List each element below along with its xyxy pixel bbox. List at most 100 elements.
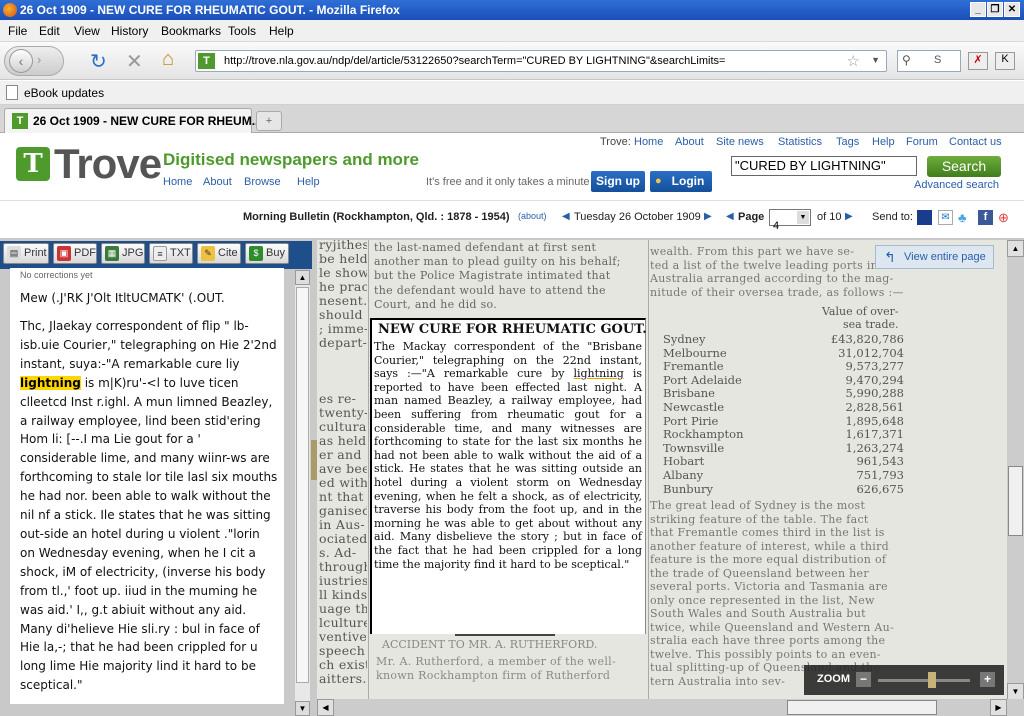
viewer-scroll-thumb[interactable] bbox=[1008, 466, 1023, 536]
forward-button[interactable]: › bbox=[37, 52, 41, 67]
toplink-site-news[interactable]: Site news bbox=[716, 136, 764, 148]
trove-logo-text[interactable]: Trove bbox=[54, 140, 162, 188]
toplink-statistics[interactable]: Statistics bbox=[778, 136, 822, 148]
txt-button[interactable]: ≡ TXT bbox=[149, 243, 193, 264]
next-issue-icon[interactable]: ▶ bbox=[704, 211, 712, 222]
return-arrow-icon: ↰ bbox=[884, 249, 896, 265]
pdf-button[interactable]: ▣ PDF bbox=[53, 243, 97, 264]
column-line bbox=[319, 364, 367, 378]
zoom-slider-track[interactable] bbox=[878, 679, 970, 682]
advanced-search-link[interactable]: Advanced search bbox=[914, 179, 999, 191]
bookmark-ebook-updates[interactable]: eBook updates bbox=[24, 86, 104, 100]
column-line: Court, and he did so. bbox=[374, 297, 498, 311]
column-line: iustries bbox=[319, 573, 367, 588]
prev-page-icon[interactable]: ◀ bbox=[726, 211, 734, 222]
maximize-button[interactable]: ❐ bbox=[987, 2, 1003, 17]
menu-file[interactable]: File bbox=[8, 24, 27, 38]
port-name: Hobart bbox=[663, 454, 705, 469]
minimize-button[interactable]: _ bbox=[970, 2, 986, 17]
menu-bookmarks[interactable]: Bookmarks bbox=[161, 24, 221, 38]
zoom-slider-thumb[interactable] bbox=[928, 672, 936, 688]
bookmark-star-icon[interactable]: ☆ bbox=[847, 52, 860, 70]
scroll-up-icon[interactable]: ▲ bbox=[295, 270, 310, 285]
viewer-horizontal-scrollbar[interactable]: ◀ ▶ bbox=[317, 699, 1024, 716]
stop-icon[interactable]: ✕ bbox=[126, 49, 143, 74]
port-name: Sydney bbox=[663, 332, 706, 346]
close-button[interactable]: ✕ bbox=[1004, 2, 1020, 17]
toplink-about[interactable]: About bbox=[675, 136, 704, 148]
about-link[interactable]: (about) bbox=[518, 211, 547, 221]
nav-browse[interactable]: Browse bbox=[244, 176, 281, 188]
digg-icon[interactable]: ✉ bbox=[938, 210, 953, 225]
site-identity-icon[interactable]: T bbox=[198, 53, 215, 69]
nav-home[interactable]: Home bbox=[163, 176, 192, 188]
nav-help[interactable]: Help bbox=[297, 176, 320, 188]
buy-button[interactable]: $ Buy bbox=[245, 243, 289, 264]
column-line: ave been bbox=[319, 461, 367, 476]
search-engine-box[interactable]: ⚲ S bbox=[897, 50, 961, 72]
new-tab-button[interactable]: + bbox=[256, 111, 282, 131]
toplink-tags[interactable]: Tags bbox=[836, 136, 859, 148]
article-title: NEW CURE FOR RHEUMATIC GOUT. bbox=[378, 322, 647, 337]
scroll-up-icon[interactable]: ▲ bbox=[1007, 240, 1024, 257]
menu-view[interactable]: View bbox=[74, 24, 100, 38]
toplink-forum[interactable]: Forum bbox=[906, 136, 938, 148]
column-line: Australia arranged according to the mag- bbox=[650, 272, 894, 285]
trove-logo-icon[interactable]: T bbox=[16, 147, 50, 181]
column-line: the defendant would have to attend the bbox=[374, 283, 606, 297]
column-line bbox=[319, 378, 367, 392]
jpg-button[interactable]: ▦ JPG bbox=[101, 243, 145, 264]
prev-issue-icon[interactable]: ◀ bbox=[562, 211, 570, 222]
menu-help[interactable]: Help bbox=[269, 24, 294, 38]
toplink-help[interactable]: Help bbox=[872, 136, 895, 148]
tab-article[interactable]: T 26 Oct 1909 - NEW CURE FOR RHEUM... bbox=[4, 108, 262, 133]
delicious-icon[interactable] bbox=[917, 210, 932, 225]
url-dropdown-icon[interactable]: ▼ bbox=[871, 55, 880, 65]
address-bar[interactable]: T http://trove.nla.gov.au/ndp/del/articl… bbox=[195, 50, 887, 72]
viewer-vertical-scrollbar[interactable]: ▲ ▼ bbox=[1007, 240, 1024, 700]
zoom-in-button[interactable]: + bbox=[980, 672, 995, 687]
zoom-out-button[interactable]: − bbox=[856, 672, 871, 687]
scroll-down-icon[interactable]: ▼ bbox=[1007, 683, 1024, 700]
column-line: should bbox=[319, 307, 363, 322]
addon-k-icon[interactable]: K bbox=[995, 52, 1015, 70]
home-icon[interactable]: ⌂ bbox=[162, 48, 174, 71]
view-entire-page-button[interactable]: ↰ View entire page bbox=[875, 245, 994, 269]
menu-tools[interactable]: Tools bbox=[228, 24, 256, 38]
back-forward-group: ‹ › bbox=[4, 46, 64, 76]
nav-about[interactable]: About bbox=[203, 176, 232, 188]
menu-edit[interactable]: Edit bbox=[39, 24, 60, 38]
toplink-contact[interactable]: Contact us bbox=[949, 136, 1002, 148]
scroll-right-icon[interactable]: ▶ bbox=[990, 699, 1007, 716]
page-select[interactable]: 4 ▼ bbox=[769, 209, 811, 232]
cite-button[interactable]: ✎ Cite bbox=[197, 243, 241, 264]
firefox-icon bbox=[3, 3, 17, 17]
text-scrollbar[interactable]: ▲ ▼ bbox=[295, 270, 310, 716]
toplink-home[interactable]: Home bbox=[634, 136, 663, 148]
print-button[interactable]: ▤ Print bbox=[3, 243, 49, 264]
next-page-icon[interactable]: ▶ bbox=[845, 211, 853, 222]
addon-icon[interactable]: ✗ bbox=[968, 52, 988, 70]
twitter-icon[interactable]: ♣ bbox=[958, 210, 973, 225]
back-button[interactable]: ‹ bbox=[9, 49, 33, 73]
column-line: s. Ad- bbox=[319, 545, 357, 560]
share-icon[interactable]: ⊕ bbox=[998, 210, 1013, 225]
issue-date[interactable]: Tuesday 26 October 1909 bbox=[574, 211, 701, 223]
scroll-left-icon[interactable]: ◀ bbox=[317, 699, 334, 716]
column-line: lculture bbox=[319, 615, 367, 630]
page-total: of 10 bbox=[817, 211, 842, 223]
login-button[interactable]: ● Login bbox=[650, 171, 712, 192]
viewer-hscroll-thumb[interactable] bbox=[787, 700, 937, 715]
scroll-thumb[interactable] bbox=[296, 287, 309, 683]
ocr-heading: Mew (.J'RK J'Olt ItltUCMATK' (.OUT. bbox=[20, 291, 225, 305]
trove-search-button[interactable]: Search bbox=[927, 156, 1001, 177]
signup-button[interactable]: Sign up bbox=[591, 171, 645, 192]
newspaper-title[interactable]: Morning Bulletin (Rockhampton, Qld. : 18… bbox=[243, 211, 509, 223]
port-name: Townsville bbox=[663, 440, 725, 455]
reload-icon[interactable]: ↻ bbox=[90, 49, 107, 74]
port-value: 1,895,648 bbox=[845, 413, 904, 428]
scroll-down-icon[interactable]: ▼ bbox=[295, 701, 310, 716]
trove-search-input[interactable]: "CURED BY LIGHTNING" bbox=[731, 156, 917, 176]
facebook-icon[interactable]: f bbox=[978, 210, 993, 225]
menu-history[interactable]: History bbox=[111, 24, 148, 38]
